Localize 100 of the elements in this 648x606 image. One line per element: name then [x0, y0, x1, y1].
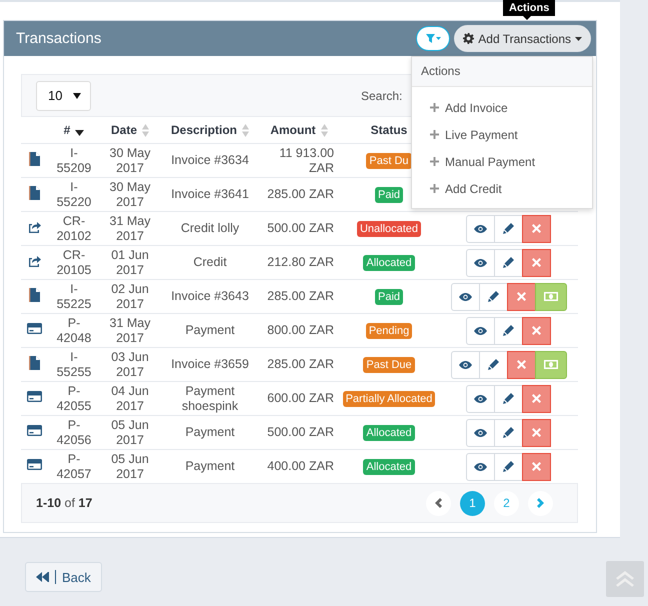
column-header[interactable]: Amount [270, 123, 316, 137]
table-cell: 11 913.00 ZAR [260, 144, 338, 178]
table-cell: 30 May 2017 [100, 144, 160, 178]
menu-item[interactable]: Manual Payment [412, 148, 592, 175]
document-icon [29, 356, 40, 370]
pencil-icon [488, 359, 498, 370]
table-cell: Payment shoespink [160, 382, 260, 416]
table-cell: 31 May 2017 [100, 212, 160, 246]
table-cell: I-55220 [48, 178, 100, 212]
table-cell: Invoice #3659 [160, 348, 260, 382]
view-button[interactable] [466, 452, 495, 480]
table-cell: P-42056 [48, 416, 100, 450]
table-cell: Invoice #3641 [160, 178, 260, 212]
plus-icon [430, 157, 439, 166]
table-cell: Payment [160, 416, 260, 450]
status-badge: Paid [374, 186, 404, 202]
credit-card-icon [27, 391, 42, 402]
pencil-icon [503, 223, 514, 234]
close-icon [516, 292, 526, 301]
credit-card-icon [27, 323, 42, 334]
eye-icon [474, 224, 487, 232]
credit-card-icon [27, 459, 42, 470]
table-cell: Payment [160, 314, 260, 348]
table-cell: 30 May 2017 [100, 178, 160, 212]
caret-icon [575, 36, 582, 40]
document-icon [29, 288, 40, 302]
view-button[interactable] [466, 214, 495, 242]
edit-button[interactable] [494, 316, 523, 344]
status-badge: Past Due [363, 356, 415, 372]
filter-icon [426, 34, 441, 43]
edit-button[interactable] [494, 214, 523, 242]
delete-button[interactable] [522, 418, 551, 446]
view-button[interactable] [466, 418, 495, 446]
edit-button[interactable] [494, 248, 523, 276]
table-cell: 285.00 ZAR [260, 348, 338, 382]
view-button[interactable] [450, 282, 480, 310]
table-cell: P-42055 [48, 382, 100, 416]
eye-icon [474, 326, 487, 334]
credit-card-icon [27, 425, 42, 436]
delete-button[interactable] [522, 452, 551, 480]
close-icon [516, 360, 526, 369]
edit-button[interactable] [494, 452, 523, 480]
delete-button[interactable] [522, 214, 551, 242]
pencil-icon [503, 427, 514, 438]
table-cell: Credit lolly [160, 212, 260, 246]
table-cell: 600.00 ZAR [260, 382, 338, 416]
view-button[interactable] [466, 316, 495, 344]
chevron-left-icon [435, 498, 442, 508]
table-cell: 04 Jun 2017 [100, 382, 160, 416]
rewind-icon [36, 572, 49, 582]
back-button[interactable]: Back [25, 562, 102, 592]
plus-icon [430, 184, 439, 193]
table-cell: CR-20105 [48, 246, 100, 280]
view-button[interactable] [450, 350, 480, 378]
eye-icon [474, 462, 487, 470]
view-button[interactable] [466, 248, 495, 276]
edit-button[interactable] [494, 418, 523, 446]
close-icon [532, 258, 541, 267]
edit-button[interactable] [478, 350, 508, 378]
sort-desc-icon[interactable] [75, 130, 84, 136]
table-cell: Invoice #3634 [160, 144, 260, 178]
pencil-icon [503, 325, 514, 336]
menu-item[interactable]: Live Payment [412, 121, 592, 148]
menu-item[interactable]: Add Invoice [412, 94, 592, 121]
eye-icon [458, 292, 472, 300]
delete-button[interactable] [506, 282, 536, 310]
previous-page-button[interactable] [426, 490, 451, 516]
status-badge: Pending [366, 322, 412, 338]
record-count: 1-10 of 17 [36, 496, 92, 510]
eye-icon [474, 258, 487, 266]
plus-icon [430, 130, 439, 139]
column-header[interactable]: Date [110, 123, 137, 137]
column-header[interactable]: Status [370, 123, 408, 137]
pencil-icon [488, 291, 498, 302]
column-header[interactable]: Description [170, 123, 237, 137]
column-header[interactable]: # [64, 123, 70, 137]
panel-title: Transactions [16, 30, 102, 47]
edit-button[interactable] [494, 384, 523, 412]
menu-item[interactable]: Add Credit [412, 175, 592, 202]
view-button[interactable] [466, 384, 495, 412]
filter-button[interactable] [416, 26, 450, 51]
share-icon [28, 220, 41, 232]
plus-icon [430, 103, 439, 112]
add-transactions-button[interactable]: Add Transactions [454, 25, 591, 52]
chevron-right-icon [537, 498, 544, 508]
close-icon [532, 224, 541, 233]
edit-button[interactable] [478, 282, 508, 310]
gear-icon [463, 33, 474, 44]
table-cell: 02 Jun 2017 [100, 280, 160, 314]
pencil-icon [503, 393, 514, 404]
table-cell: 31 May 2017 [100, 314, 160, 348]
delete-button[interactable] [522, 248, 551, 276]
delete-button[interactable] [522, 316, 551, 344]
table-cell: 800.00 ZAR [260, 314, 338, 348]
status-badge: Allocated [363, 458, 415, 474]
document-icon [29, 152, 40, 166]
delete-button[interactable] [522, 384, 551, 412]
page-size-select[interactable]: 10 [36, 80, 91, 110]
status-badge: Allocated [363, 254, 415, 270]
delete-button[interactable] [506, 350, 536, 378]
